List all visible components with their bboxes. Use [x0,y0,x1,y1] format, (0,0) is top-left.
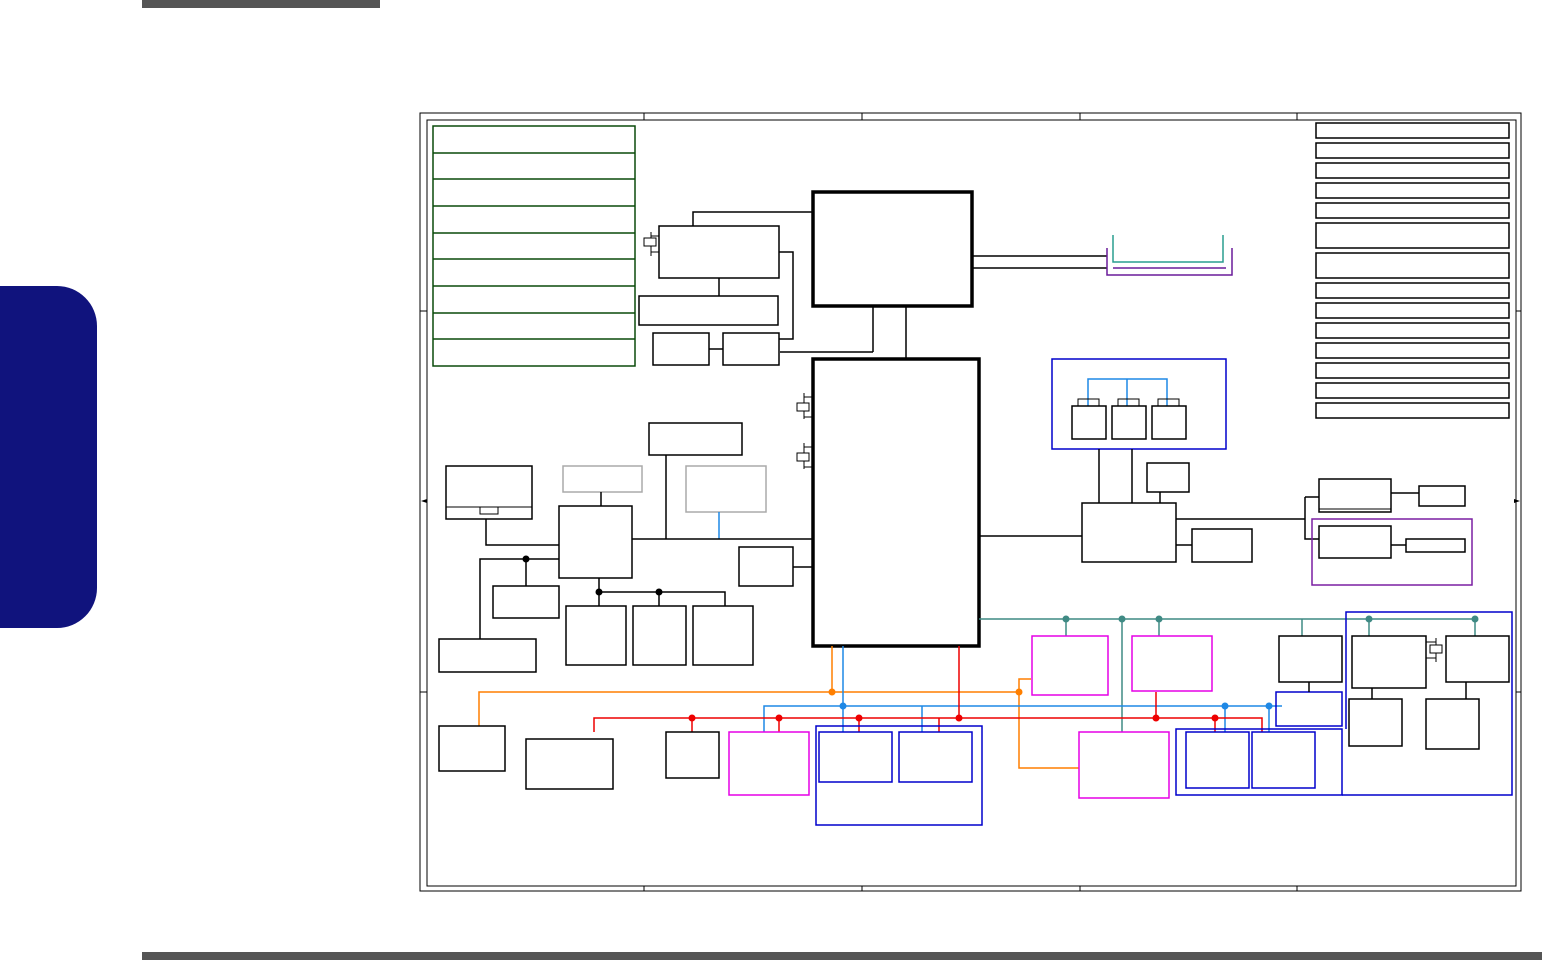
bus-red [593,646,1263,732]
sheet-index-table [1315,122,1510,419]
bus-teal [979,615,1479,732]
crystal-oscillator-icon [796,393,813,419]
lan-card-reader-cluster [979,449,1473,586]
memory-slot-stack [432,125,636,367]
crystal-oscillator-icon [643,232,659,256]
embedded-controller-cluster [438,422,813,673]
crystal-oscillator-icon [796,443,813,469]
bus-blue [763,646,1282,732]
system-block-diagram [419,112,1522,892]
crystal-oscillator-icon [1426,638,1443,662]
usb-port-group [1051,358,1227,450]
right-module-group [1342,611,1513,796]
clock-generator [638,211,813,366]
display-connector [972,235,1233,276]
pch-block [811,357,981,648]
cpu-pch-link [780,306,907,359]
cpu-block [811,190,974,308]
